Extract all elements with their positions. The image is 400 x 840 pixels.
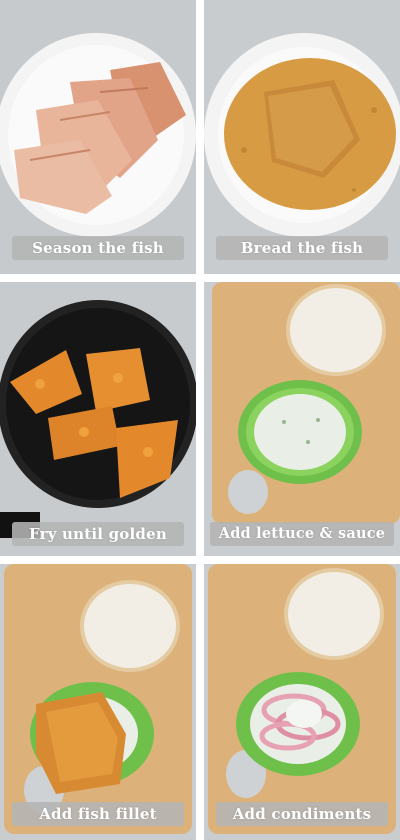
step-caption: Add lettuce & sauce: [210, 522, 394, 546]
bread-fish-photo: [204, 0, 400, 274]
step-caption: Add fish fillet: [12, 802, 184, 826]
step-caption: Bread the fish: [216, 236, 388, 260]
step-condiments-panel: Add condiments: [204, 564, 400, 840]
step-fish-fillet-panel: Add fish fillet: [0, 564, 196, 840]
condiments-photo: [204, 564, 400, 840]
step-season-fish-panel: Season the fish: [0, 0, 196, 274]
step-caption: Fry until golden: [12, 522, 184, 546]
step-lettuce-sauce-panel: Add lettuce & sauce: [204, 282, 400, 556]
recipe-step-grid: Season the fish Bread the fish Fry until…: [0, 0, 400, 840]
step-fry-panel: Fry until golden: [0, 282, 196, 556]
step-caption: Season the fish: [12, 236, 184, 260]
season-fish-photo: [0, 0, 196, 274]
lettuce-sauce-photo: [204, 282, 400, 556]
step-bread-fish-panel: Bread the fish: [204, 0, 400, 274]
step-caption: Add condiments: [216, 802, 388, 826]
fish-fillet-photo: [0, 564, 196, 840]
fry-fish-photo: [0, 282, 196, 556]
